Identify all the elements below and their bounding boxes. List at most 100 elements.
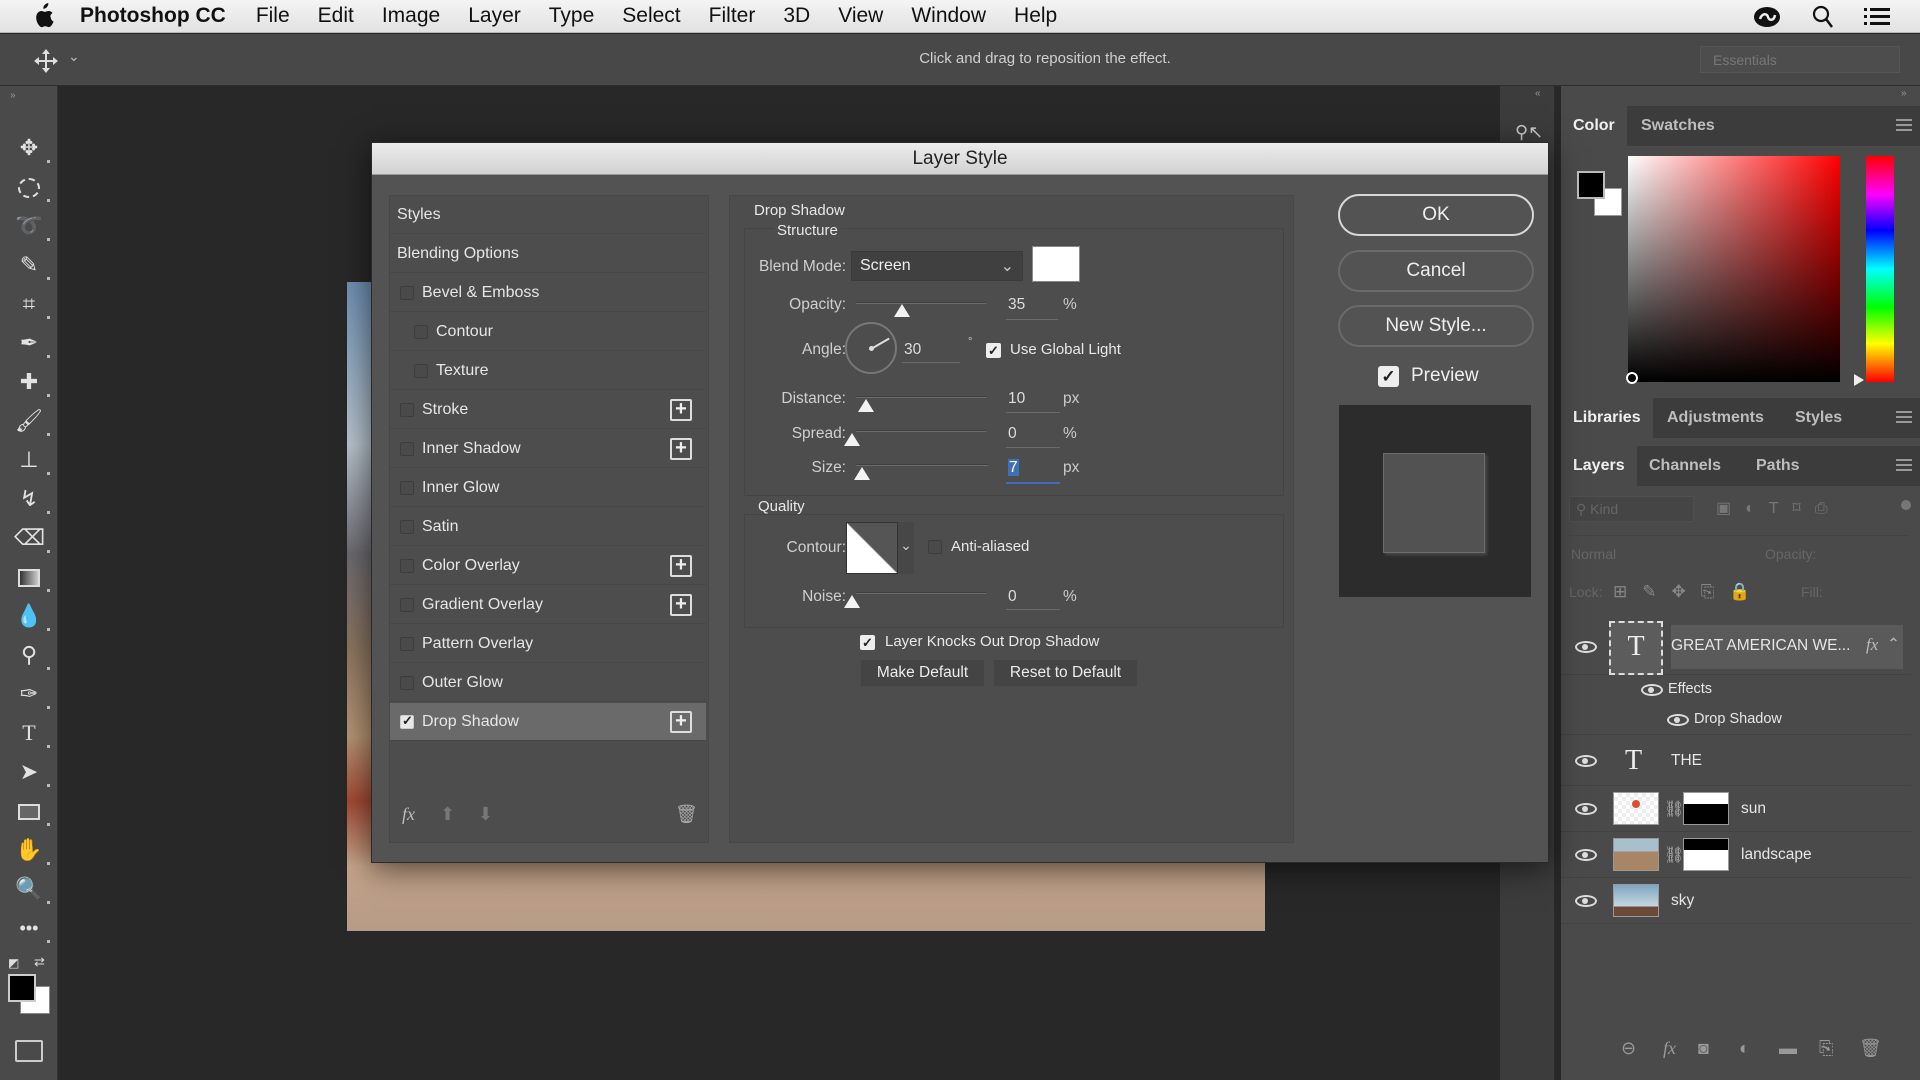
distance-input[interactable]: 10 [1008,390,1025,408]
properties-panel-icon[interactable]: ⚲↖ [1515,122,1543,143]
eye-icon[interactable] [1575,849,1597,861]
more-tools-icon[interactable]: ••• [14,913,50,943]
style-item-pattern-overlay[interactable]: Pattern Overlay [390,625,706,663]
brush-tool-icon[interactable]: 🖌 [14,406,50,436]
menu-window[interactable]: Window [911,4,986,28]
use-global-light-checkbox[interactable]: ✓ [986,343,1001,358]
eye-icon[interactable] [1575,641,1597,653]
filter-toggle-icon[interactable] [1901,500,1911,510]
style-item-bevel-emboss[interactable]: Bevel & Emboss [390,274,706,312]
pen-tool-icon[interactable]: ✑ [14,679,50,709]
add-effect-icon[interactable]: + [670,438,692,460]
layer-row[interactable]: sky [1561,878,1911,924]
menu-type[interactable]: Type [549,4,595,28]
layer-name[interactable]: THE [1671,752,1702,770]
new-layer-icon[interactable]: ⎘ [1819,1038,1833,1059]
angle-dial[interactable] [845,322,897,374]
hue-slider-thumb[interactable] [1854,374,1864,386]
clone-stamp-tool-icon[interactable]: ⊥ [14,445,50,475]
adjustment-layer-icon[interactable]: ◐ [1739,1038,1750,1059]
hue-slider[interactable] [1866,156,1894,382]
apple-icon[interactable] [32,3,54,29]
move-down-icon[interactable]: ⬇ [478,804,493,825]
spread-input[interactable]: 0 [1008,425,1017,443]
style-item-inner-shadow[interactable]: Inner Shadow + [390,430,706,468]
style-checkbox[interactable] [400,713,414,729]
lock-icons[interactable]: ⊞✎✥⎘🔒 [1613,582,1766,602]
style-checkbox[interactable] [400,637,414,651]
style-item-inner-glow[interactable]: Inner Glow [390,469,706,507]
style-item-stroke[interactable]: Stroke + [390,391,706,429]
size-input[interactable]: 7 [1008,459,1019,476]
style-item-contour[interactable]: Contour [390,313,706,351]
quick-mask-icon[interactable] [15,1040,43,1062]
reset-to-default-button[interactable]: Reset to Default [993,659,1138,687]
size-slider-track[interactable] [856,464,988,466]
tab-layers[interactable]: Layers [1561,446,1637,486]
angle-input[interactable]: 30 [904,341,921,359]
menu-select[interactable]: Select [622,4,680,28]
expand-dock-icon[interactable]: « [1535,88,1541,99]
layer-name[interactable]: sky [1671,892,1694,910]
zoom-tool-icon[interactable]: 🔍 [14,874,50,904]
layer-filter-icons[interactable]: ▣◐T⌑⎙ [1716,498,1842,518]
opacity-slider-thumb[interactable] [893,304,910,317]
eye-icon[interactable] [1575,803,1597,815]
noise-slider-track[interactable] [856,592,986,594]
tab-swatches[interactable]: Swatches [1629,106,1727,146]
style-checkbox[interactable] [400,676,414,690]
type-tool-icon[interactable]: T [14,718,50,748]
panel-menu-icon[interactable] [1896,119,1912,131]
marquee-tool-icon[interactable] [14,172,50,202]
eye-icon[interactable] [1575,895,1597,907]
foreground-color-swatch[interactable] [8,974,36,1002]
style-checkbox[interactable] [400,403,414,417]
search-icon[interactable] [1812,5,1834,29]
tab-paths[interactable]: Paths [1744,446,1812,486]
new-style-button[interactable]: New Style... [1338,305,1534,347]
add-style-icon[interactable]: fx [1663,1038,1676,1059]
style-checkbox[interactable] [400,286,414,300]
gradient-tool-icon[interactable] [14,562,50,592]
panel-menu-icon[interactable] [1896,459,1912,471]
contour-picker[interactable] [846,522,898,574]
lasso-tool-icon[interactable]: ➰ [14,211,50,241]
eye-icon[interactable] [1667,714,1689,726]
add-effect-icon[interactable]: + [670,555,692,577]
style-item-blending-options[interactable]: Blending Options [390,235,706,273]
layer-mask-thumbnail[interactable] [1683,838,1729,871]
knockout-checkbox[interactable]: ✓ [860,635,875,650]
color-fg-swatch[interactable] [1577,171,1605,199]
eye-icon[interactable] [1575,755,1597,767]
tab-adjustments[interactable]: Adjustments [1655,398,1776,438]
noise-slider-thumb[interactable] [844,595,860,608]
dodge-tool-icon[interactable]: ⚲ [14,640,50,670]
add-effect-icon[interactable]: + [670,594,692,616]
move-tool-icon[interactable]: ✥ [14,133,50,163]
distance-slider-thumb[interactable] [858,399,874,412]
app-name[interactable]: Photoshop CC [80,4,226,28]
layer-filter-select[interactable]: ⚲ Kind [1569,496,1694,522]
layer-row[interactable]: ⛓ sun [1561,786,1911,832]
noise-input[interactable]: 0 [1008,588,1017,606]
style-checkbox[interactable] [400,442,414,456]
distance-slider-track[interactable] [856,396,986,398]
eraser-tool-icon[interactable]: ⌫ [14,523,50,553]
contour-dropdown-icon[interactable]: ⌄ [898,522,914,574]
opacity-slider-track[interactable] [856,302,986,304]
blur-tool-icon[interactable]: 💧 [14,601,50,631]
tab-color[interactable]: Color [1561,106,1627,146]
menu-layer[interactable]: Layer [468,4,521,28]
cancel-button[interactable]: Cancel [1338,250,1534,292]
menu-help[interactable]: Help [1014,4,1057,28]
hand-tool-icon[interactable]: ✋ [14,835,50,865]
add-mask-icon[interactable]: ◙ [1698,1038,1709,1059]
tab-channels[interactable]: Channels [1637,446,1733,486]
link-icon[interactable]: ⛓ [1664,799,1684,819]
style-item-color-overlay[interactable]: Color Overlay + [390,547,706,585]
collapse-panels-icon[interactable]: » [1901,88,1907,99]
style-checkbox[interactable] [400,559,414,573]
default-colors-icon[interactable]: ◩ [8,956,19,970]
effects-row[interactable]: Effects [1561,675,1911,705]
fx-icon[interactable]: fx [402,804,415,825]
